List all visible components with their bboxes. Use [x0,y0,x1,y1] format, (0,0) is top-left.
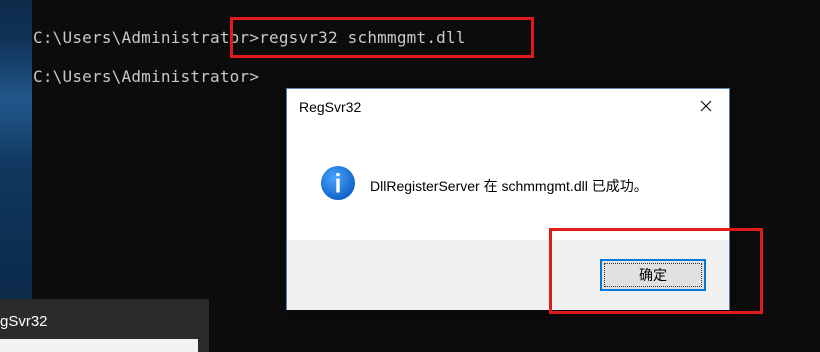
dialog-message: DllRegisterServer 在 schmmgmt.dll 已成功。 [370,178,648,194]
console-prompt: C:\Users\Administrator> [33,67,260,86]
dialog-title: RegSvr32 [299,99,362,115]
taskbar-preview-thumbnail [0,339,198,352]
console-line-2: C:\Users\Administrator> [33,67,259,86]
taskbar-preview[interactable]: gSvr32 [0,299,209,352]
close-icon [700,100,712,112]
dialog-titlebar[interactable]: RegSvr32 [287,89,729,125]
dialog-content: DllRegisterServer 在 schmmgmt.dll 已成功。 [287,125,729,240]
command-highlight-box [230,17,534,58]
info-icon [321,166,355,200]
taskbar-preview-title: gSvr32 [0,313,48,330]
close-button[interactable] [683,89,729,123]
ok-highlight-box [549,228,763,314]
console-prompt: C:\Users\Administrator> [33,28,260,47]
